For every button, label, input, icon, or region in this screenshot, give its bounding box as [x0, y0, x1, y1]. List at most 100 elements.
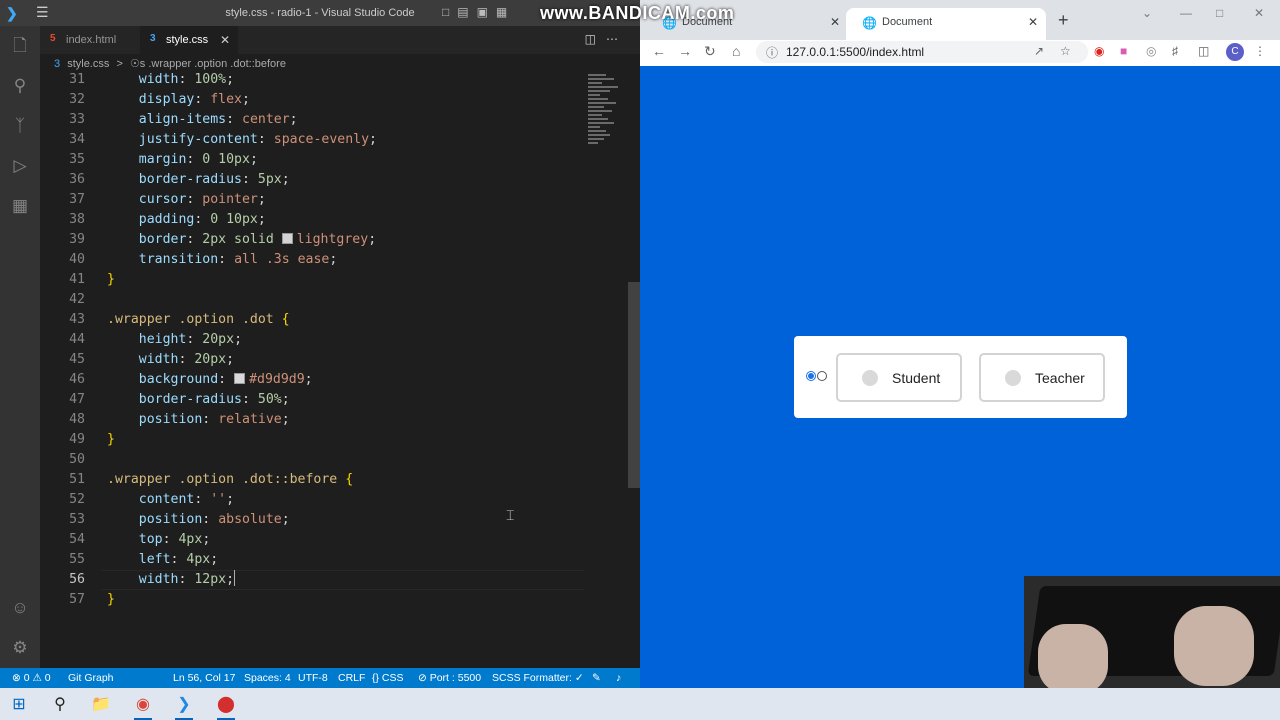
radio-wrapper-card: Student Teacher: [794, 336, 1127, 418]
code-line: 34 justify-content: space-evenly;: [69, 132, 377, 147]
opera-extension-icon[interactable]: ◉: [1094, 44, 1104, 58]
explorer-icon[interactable]: 🗋: [8, 34, 32, 58]
code-line-current: 56 width: 12px;: [69, 570, 236, 587]
kebab-menu-icon[interactable]: ⋮: [1254, 44, 1266, 58]
option-student[interactable]: Student: [836, 353, 962, 402]
tab-index-html[interactable]: 5 index.html: [40, 26, 140, 54]
share-icon[interactable]: ↗: [1034, 44, 1044, 58]
globe-icon: 🌐: [862, 16, 877, 30]
tab-search-chevron-icon[interactable]: ⌄: [1142, 6, 1152, 20]
hand-image: [1038, 624, 1108, 688]
close-tab-icon[interactable]: ✕: [830, 15, 840, 29]
radio-dot: [862, 370, 878, 386]
tab-label: index.html: [66, 34, 117, 46]
indentation[interactable]: Spaces: 4: [244, 672, 291, 684]
close-tab-icon[interactable]: ✕: [1028, 15, 1038, 29]
color-swatch[interactable]: [234, 373, 246, 384]
code-line: 45 width: 20px;: [69, 352, 235, 367]
url-text: 127.0.0.1:5500/index.html: [786, 45, 925, 59]
vpn-globe-icon[interactable]: ◎: [1146, 44, 1156, 58]
vscode-window: ❯ ☰ style.css - radio-1 - Visual Studio …: [0, 0, 734, 688]
editor-scrollbar[interactable]: [628, 282, 640, 488]
breadcrumb-symbol[interactable]: ☉s .wrapper .option .dot::before: [130, 58, 286, 70]
code-line: 52 content: '';: [69, 492, 235, 507]
extension-gradient-icon[interactable]: ■: [1120, 44, 1127, 58]
activity-bar: 🗋 ⚲ ᛉ ▷ ▦ ☺ ⚙: [0, 26, 40, 668]
browser-tabstrip: 🌐 Document ✕ 🌐 Document ✕ + ⌄ — □ ✕: [640, 0, 1280, 40]
code-line: 44 height: 20px;: [69, 332, 243, 347]
layout-toggle-icons[interactable]: □▤▣▦: [442, 5, 515, 19]
breadcrumb-file[interactable]: style.css: [67, 58, 109, 70]
code-line: 38 padding: 0 10px;: [69, 212, 266, 227]
account-icon[interactable]: ☺: [8, 596, 32, 620]
code-editor[interactable]: 31 width: 100%; 32 display: flex; 33 ali…: [40, 72, 640, 668]
extensions-puzzle-icon[interactable]: ♯: [1172, 44, 1178, 58]
radio-dot: [1005, 370, 1021, 386]
home-icon[interactable]: ⌂: [732, 43, 740, 59]
color-swatch[interactable]: [281, 233, 293, 244]
source-control-icon[interactable]: ᛉ: [8, 114, 32, 138]
maximize-button[interactable]: □: [1216, 6, 1223, 20]
code-line: 48 position: relative;: [69, 412, 290, 427]
settings-gear-icon[interactable]: ⚙: [8, 636, 32, 660]
code-line: 36 border-radius: 5px;: [69, 172, 290, 187]
bandicam-watermark: www.BANDICAM.com: [540, 3, 735, 23]
feedback-icon[interactable]: ✎: [592, 672, 601, 684]
tab-style-css[interactable]: 3 style.css ✕: [140, 26, 238, 54]
code-line: 55 left: 4px;: [69, 552, 219, 567]
hand-image: [1174, 606, 1254, 686]
code-line: 31 width: 100%;: [69, 72, 235, 87]
minimize-button[interactable]: —: [1180, 6, 1192, 20]
forward-arrow-icon[interactable]: →: [678, 43, 692, 59]
search-icon[interactable]: ⚲: [49, 694, 71, 716]
bandicam-record-icon[interactable]: ⬤: [215, 694, 237, 720]
windows-start-icon[interactable]: ⊞: [8, 694, 30, 716]
code-line: 54 top: 4px;: [69, 532, 211, 547]
close-icon[interactable]: ✕: [220, 33, 230, 47]
file-explorer-icon[interactable]: 📁: [90, 694, 112, 716]
encoding[interactable]: UTF-8: [298, 672, 328, 684]
end-of-line[interactable]: CRLF: [338, 672, 365, 684]
code-line: 33 align-items: center;: [69, 112, 298, 127]
browser-tab-title: Document: [882, 16, 933, 28]
live-server-port[interactable]: ⊘ Port : 5500: [418, 672, 481, 684]
html-file-icon: 5: [50, 33, 56, 44]
run-debug-icon[interactable]: ▷: [8, 154, 32, 178]
editor-actions[interactable]: ◫⋯: [585, 32, 628, 46]
git-graph-button[interactable]: Git Graph: [68, 672, 114, 684]
site-info-icon[interactable]: ⓘ: [766, 44, 778, 61]
mouse-ibeam-cursor: ⌶: [506, 508, 515, 524]
browser-tab-active[interactable]: 🌐 Document ✕: [846, 8, 1046, 40]
option-teacher[interactable]: Teacher: [979, 353, 1105, 402]
minimap[interactable]: [588, 72, 628, 152]
code-line: 53 position: absolute;: [69, 512, 290, 527]
breadcrumb-separator: >: [116, 58, 123, 70]
code-line: 49}: [69, 432, 115, 447]
back-arrow-icon[interactable]: ←: [652, 43, 666, 59]
editor-tabs: 5 index.html 3 style.css ✕ ◫⋯: [40, 26, 640, 54]
problems-indicator[interactable]: ⊗ 0 ⚠ 0: [12, 672, 51, 684]
language-mode[interactable]: {} CSS: [372, 672, 404, 684]
side-panel-icon[interactable]: ◫: [1198, 44, 1209, 58]
chrome-icon[interactable]: ◉: [132, 694, 154, 720]
notifications-bell-icon[interactable]: ♪: [616, 672, 621, 684]
code-line: 50: [69, 452, 85, 467]
code-line: 43 .wrapper .option .dot {: [69, 312, 290, 327]
new-tab-button[interactable]: +: [1058, 10, 1069, 31]
extensions-icon[interactable]: ▦: [8, 194, 32, 218]
code-line: 47 border-radius: 50%;: [69, 392, 290, 407]
native-radio-checked[interactable]: [806, 371, 816, 381]
search-icon[interactable]: ⚲: [8, 74, 32, 98]
native-radio[interactable]: [817, 371, 827, 381]
webcam-overlay: [1024, 576, 1280, 688]
code-line: 37 cursor: pointer;: [69, 192, 266, 207]
profile-avatar[interactable]: C: [1226, 43, 1244, 61]
vscode-icon[interactable]: ❯: [173, 694, 195, 720]
screen: ❯ ☰ style.css - radio-1 - Visual Studio …: [0, 0, 1280, 720]
scss-formatter[interactable]: SCSS Formatter: ✓: [492, 672, 584, 684]
bookmark-star-icon[interactable]: ☆: [1060, 44, 1071, 58]
close-window-button[interactable]: ✕: [1254, 6, 1264, 20]
cursor-position[interactable]: Ln 56, Col 17: [173, 672, 235, 684]
reload-icon[interactable]: ↻: [704, 43, 716, 60]
browser-toolbar: ← → ↻ ⌂ ⓘ 127.0.0.1:5500/index.html ↗ ☆ …: [640, 40, 1280, 66]
